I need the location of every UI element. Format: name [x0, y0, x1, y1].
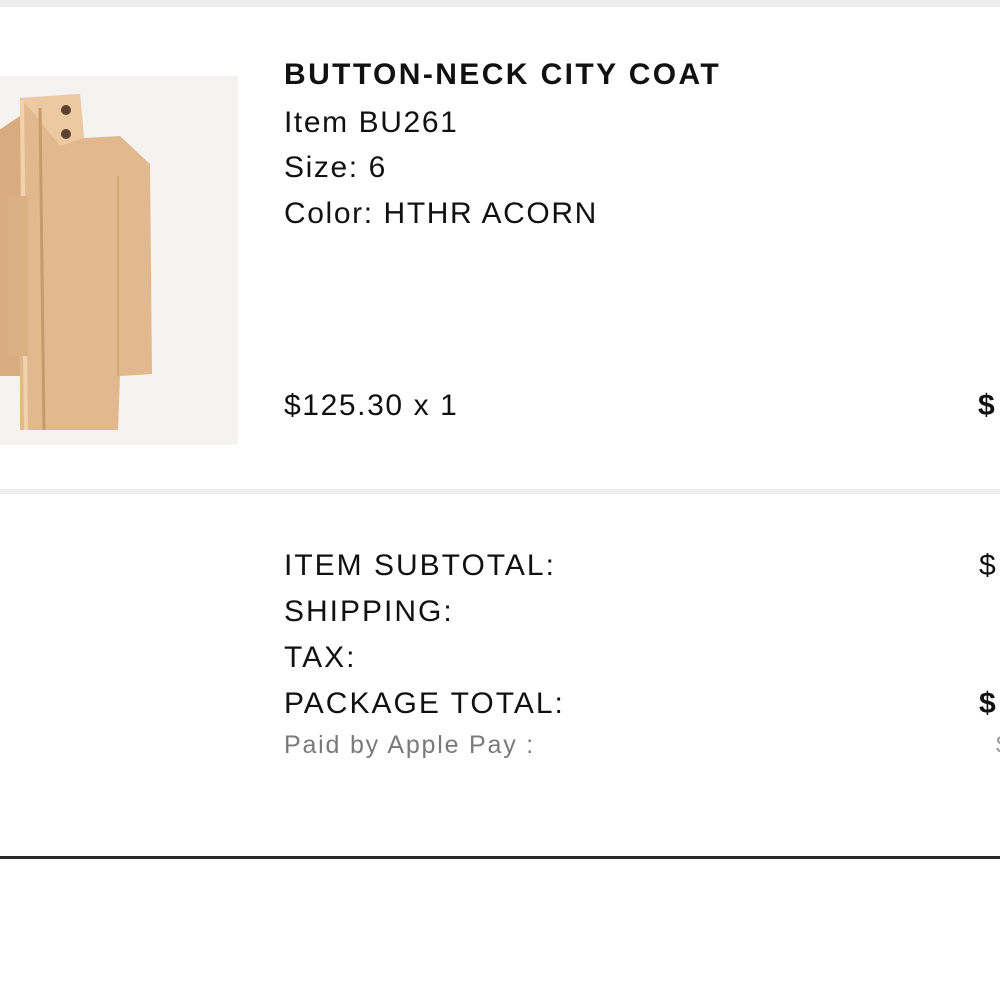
product-name[interactable]: BUTTON-NECK CITY COAT — [284, 58, 721, 92]
package-total-value: $ — [979, 687, 996, 720]
bottom-divider — [0, 856, 1000, 859]
top-divider — [0, 0, 1000, 7]
product-image[interactable] — [0, 76, 238, 445]
unit-price-quantity: $125.30 x 1 — [284, 389, 459, 422]
item-size: Size: 6 — [284, 151, 387, 184]
item-subtotal-value: $ — [979, 549, 996, 582]
section-divider — [0, 489, 1000, 494]
coat-image — [0, 76, 238, 445]
tax-label: TAX: — [284, 641, 357, 674]
item-subtotal-label: ITEM SUBTOTAL: — [284, 549, 556, 582]
payment-amount-value: $ — [996, 731, 1000, 760]
package-total-label: PACKAGE TOTAL: — [284, 687, 565, 720]
item-number: Item BU261 — [284, 106, 459, 139]
payment-method-label: Paid by Apple Pay : — [284, 731, 536, 759]
line-total: $ — [978, 389, 995, 422]
item-color: Color: HTHR ACORN — [284, 197, 598, 230]
shipping-label: SHIPPING: — [284, 595, 454, 628]
